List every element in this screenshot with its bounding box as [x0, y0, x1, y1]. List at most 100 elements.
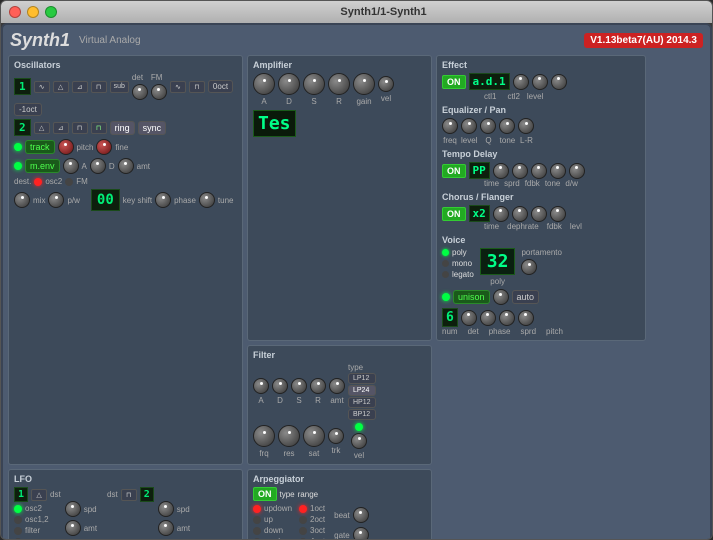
- lfo1-wave-tri[interactable]: △: [31, 489, 47, 501]
- minimize-button[interactable]: [27, 6, 39, 18]
- filter-sat-knob[interactable]: [303, 425, 325, 447]
- voice-phase-knob[interactable]: [480, 310, 496, 326]
- pw-label: p/w: [67, 196, 79, 205]
- unison-knob[interactable]: [493, 289, 509, 305]
- filter-lp12[interactable]: LP12: [348, 373, 376, 384]
- osc2-wave-saw[interactable]: ⊿: [53, 122, 69, 134]
- eq-lr-knob[interactable]: [518, 118, 534, 134]
- amp-gain-knob[interactable]: [353, 73, 375, 95]
- osc1-wave-sine[interactable]: ∿: [34, 81, 50, 93]
- menv-d-knob[interactable]: [90, 158, 106, 174]
- eq-freq-knob[interactable]: [442, 118, 458, 134]
- portamento-knob[interactable]: [521, 259, 537, 275]
- osc1-wave-sub[interactable]: sub: [110, 81, 129, 93]
- amp-s-label: S: [311, 97, 316, 106]
- osc2-wave-tri[interactable]: △: [34, 122, 50, 134]
- eq-tone-knob[interactable]: [499, 118, 515, 134]
- filter-hp12[interactable]: HP12: [348, 397, 376, 408]
- osc1-det-knob[interactable]: [132, 84, 148, 100]
- filter-r-knob[interactable]: [310, 378, 326, 394]
- tempo-delay-on-btn[interactable]: ON: [442, 164, 466, 178]
- arp-on-btn[interactable]: ON: [253, 487, 277, 501]
- voice-pitch-knob[interactable]: [518, 310, 534, 326]
- effect-level-knob[interactable]: [551, 74, 567, 90]
- td-dw-knob[interactable]: [569, 163, 585, 179]
- filter-bp12[interactable]: BP12: [348, 409, 376, 420]
- effect-on-btn[interactable]: ON: [442, 75, 466, 89]
- filter-trk-knob[interactable]: [328, 428, 344, 444]
- amp-s-knob[interactable]: [303, 73, 325, 95]
- lfo2-wave-sq[interactable]: ⊓: [121, 489, 137, 501]
- unison-btn[interactable]: unison: [453, 290, 490, 304]
- ring-btn[interactable]: ring: [110, 121, 135, 135]
- osc2-wave-sq2[interactable]: ⊓: [91, 122, 107, 134]
- voice-det-knob[interactable]: [461, 310, 477, 326]
- close-button[interactable]: [9, 6, 21, 18]
- sub-wave1[interactable]: ∿: [170, 81, 186, 93]
- maximize-button[interactable]: [45, 6, 57, 18]
- osc2-pitch-knob[interactable]: [58, 139, 74, 155]
- effect-ctl2-knob[interactable]: [532, 74, 548, 90]
- filter-amt-label: amt: [330, 396, 343, 405]
- menv-a-knob[interactable]: [63, 158, 79, 174]
- osc2-wave-sq[interactable]: ⊓: [72, 122, 88, 134]
- amp-d-knob[interactable]: [278, 73, 300, 95]
- filter-lp24[interactable]: LP24: [348, 385, 376, 396]
- osc1-wave-tri[interactable]: △: [53, 81, 69, 93]
- auto-btn[interactable]: auto: [512, 290, 540, 304]
- tune-knob[interactable]: [199, 192, 215, 208]
- amp-r-knob[interactable]: [328, 73, 350, 95]
- filter-frq-knob[interactable]: [253, 425, 275, 447]
- ch-rate-knob[interactable]: [512, 206, 528, 222]
- chorus-type[interactable]: x2: [469, 205, 490, 222]
- arp-beat-knob[interactable]: [353, 507, 369, 523]
- eq-q-knob[interactable]: [480, 118, 496, 134]
- phase-knob[interactable]: [155, 192, 171, 208]
- td-tone-knob[interactable]: [550, 163, 566, 179]
- voice-sprd-knob[interactable]: [499, 310, 515, 326]
- oct0-btn[interactable]: 0oct: [208, 80, 233, 93]
- filter-a-knob[interactable]: [253, 378, 269, 394]
- filter-res-knob[interactable]: [278, 425, 300, 447]
- arp-gate-knob[interactable]: [353, 527, 369, 540]
- effect-ctl1-knob[interactable]: [513, 74, 529, 90]
- osc1-wave-saw[interactable]: ⊿: [72, 81, 88, 93]
- eq-level-knob[interactable]: [461, 118, 477, 134]
- tempo-delay-type[interactable]: PP: [469, 162, 490, 179]
- filter-d-knob[interactable]: [272, 378, 288, 394]
- amp-d-label: D: [286, 97, 292, 106]
- effect-type-display[interactable]: a.d.1: [469, 73, 510, 90]
- voice-num-display[interactable]: 6: [442, 308, 458, 327]
- filter-s-knob[interactable]: [291, 378, 307, 394]
- mix-knob[interactable]: [14, 192, 30, 208]
- osc1-fm-knob[interactable]: [151, 84, 167, 100]
- lfo2-amt-knob[interactable]: [158, 520, 174, 536]
- filter-vel-knob[interactable]: [351, 433, 367, 449]
- ch-levl-knob[interactable]: [550, 206, 566, 222]
- amp-vel-knob[interactable]: [378, 76, 394, 92]
- ch-time-knob[interactable]: [493, 206, 509, 222]
- filter-amt-knob[interactable]: [329, 378, 345, 394]
- amp-a-knob[interactable]: [253, 73, 275, 95]
- sub-wave2[interactable]: ⊓: [189, 81, 205, 93]
- menv-btn[interactable]: m.env: [25, 159, 60, 173]
- sync-btn[interactable]: sync: [138, 121, 167, 135]
- pw-knob[interactable]: [48, 192, 64, 208]
- poly-display[interactable]: 32: [480, 248, 516, 275]
- oscillators-panel: Oscillators 1 ∿ △ ⊿ ⊓ sub det: [8, 55, 243, 465]
- menv-amt-knob[interactable]: [118, 158, 134, 174]
- osc1-wave-sq[interactable]: ⊓: [91, 81, 107, 93]
- track-btn[interactable]: track: [25, 140, 55, 154]
- key-shift-display[interactable]: 00: [91, 189, 120, 211]
- ch-fdbk-knob[interactable]: [531, 206, 547, 222]
- td-time-knob[interactable]: [493, 163, 509, 179]
- lfo1-spd-knob[interactable]: [65, 501, 81, 517]
- lfo1-amt-knob[interactable]: [65, 520, 81, 536]
- arp-updown-label: updown: [264, 504, 292, 513]
- lfo2-spd-knob[interactable]: [158, 501, 174, 517]
- chorus-on-btn[interactable]: ON: [442, 207, 466, 221]
- oct-m1-btn[interactable]: -1oct: [14, 103, 42, 116]
- td-fdbk-knob[interactable]: [531, 163, 547, 179]
- td-sprd-knob[interactable]: [512, 163, 528, 179]
- osc2-fine-knob[interactable]: [96, 139, 112, 155]
